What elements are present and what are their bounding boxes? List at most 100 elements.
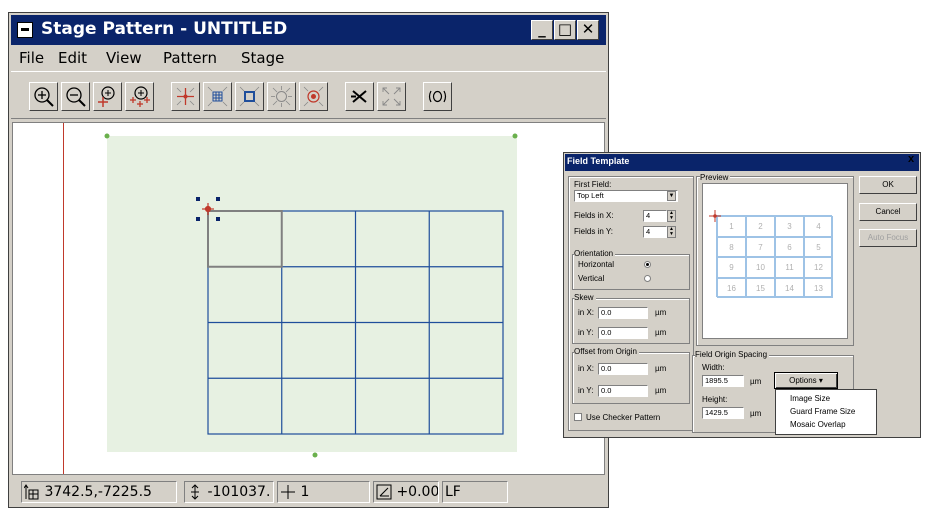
crosshair-icon: [281, 485, 295, 499]
expand-icon: [382, 87, 401, 106]
stage-corner-dot: [104, 133, 110, 139]
zoom-point-button[interactable]: [93, 82, 122, 111]
cut-icon: [351, 90, 367, 103]
preview-label: Preview: [700, 173, 731, 182]
preview-cell: 14: [775, 277, 804, 298]
grid-button[interactable]: [203, 82, 232, 111]
stage-ring-icon: [428, 90, 447, 103]
crosshair-icon: [176, 87, 195, 106]
vertical-radio[interactable]: [644, 275, 651, 282]
rotation-icon: [376, 484, 392, 500]
checker-pattern-label: Use Checker Pattern: [586, 413, 661, 422]
offset-x-input[interactable]: 0.0: [598, 363, 648, 375]
grid-icon: [207, 86, 228, 107]
window-title: Stage Pattern - UNTITLED: [41, 19, 288, 39]
stage-corner-dot: [312, 452, 318, 458]
menu-view[interactable]: View: [106, 49, 142, 67]
zoom-in-icon: [34, 87, 54, 107]
expand-button[interactable]: [377, 82, 406, 111]
menu-stage[interactable]: Stage: [241, 49, 284, 67]
stage-canvas[interactable]: [12, 122, 605, 475]
checker-pattern-checkbox[interactable]: [574, 413, 582, 421]
vertical-label: Vertical: [578, 274, 605, 283]
options-menu-item[interactable]: Guard Frame Size: [790, 407, 855, 416]
zoom-out-icon: [66, 87, 86, 107]
ok-button[interactable]: OK: [859, 176, 917, 194]
first-field-select[interactable]: Top Left: [574, 190, 678, 202]
preview-cell: 12: [804, 257, 833, 278]
offset-y-label: in Y:: [578, 386, 594, 395]
dialog-title: Field Template: [567, 156, 630, 166]
width-unit: µm: [750, 377, 762, 386]
offset-y-input[interactable]: 0.0: [598, 385, 648, 397]
dialog-close-button[interactable]: x: [908, 153, 914, 165]
options-menu-item[interactable]: Image Size: [790, 394, 830, 403]
fields-in-y-input[interactable]: 4: [643, 226, 667, 238]
width-input[interactable]: 1895.5: [702, 375, 744, 387]
width-label: Width:: [702, 363, 725, 372]
field-template-dialog: Field Template x First Field: Top Left ▼…: [563, 152, 921, 438]
spacing-label: Field Origin Spacing: [695, 350, 770, 359]
preview-cell: 7: [746, 236, 775, 257]
box-icon: [239, 86, 260, 107]
z-axis-icon: [191, 484, 199, 500]
preview-cell: 8: [717, 236, 746, 257]
status-mode: LF: [442, 481, 508, 503]
dialog-title-bar[interactable]: Field Template: [565, 154, 919, 171]
offset-label: Offset from Origin: [574, 347, 639, 356]
box-button[interactable]: [235, 82, 264, 111]
menu-edit[interactable]: Edit: [58, 49, 87, 67]
status-angle: +0.00°: [373, 481, 439, 503]
menu-file[interactable]: File: [19, 49, 44, 67]
stage-corner-dot: [512, 133, 518, 139]
skew-y-unit: µm: [655, 328, 667, 337]
orientation-label: Orientation: [574, 249, 616, 258]
fields-in-y-spinner[interactable]: ▲ ▼: [667, 226, 676, 238]
preview-cell: 9: [717, 257, 746, 278]
target-button[interactable]: [299, 82, 328, 111]
cancel-button[interactable]: Cancel: [859, 203, 917, 221]
target-icon: [303, 86, 324, 107]
auto-focus-button[interactable]: Auto Focus: [859, 229, 917, 247]
zoom-all-icon: [130, 86, 150, 107]
origin-button[interactable]: [171, 82, 200, 111]
preview-cell: 6: [775, 236, 804, 257]
preview-cell: 15: [746, 277, 775, 298]
minimize-button[interactable]: _: [531, 20, 553, 40]
dropdown-arrow-icon[interactable]: ▼: [667, 191, 676, 201]
title-bar[interactable]: Stage Pattern - UNTITLED _ □ ✕: [11, 15, 606, 45]
skew-x-input[interactable]: 0.0: [598, 307, 648, 319]
fields-in-x-spinner[interactable]: ▲ ▼: [667, 210, 676, 222]
skew-y-input[interactable]: 0.0: [598, 327, 648, 339]
preview-cell: 11: [775, 257, 804, 278]
height-unit: µm: [750, 409, 762, 418]
options-menu: Image Size Guard Frame Size Mosaic Overl…: [775, 389, 877, 435]
circle-pattern-icon: [271, 86, 292, 107]
preview-cell: 2: [746, 216, 775, 237]
close-button[interactable]: ✕: [577, 20, 599, 40]
height-input[interactable]: 1429.5: [702, 407, 744, 419]
zoom-out-button[interactable]: [61, 82, 90, 111]
zoom-all-button[interactable]: [125, 82, 154, 111]
status-bar: 3742.5,-7225.5 -101037. 1 +0.00° LF: [11, 478, 606, 506]
offset-x-label: in X:: [578, 364, 595, 373]
maximize-button[interactable]: □: [554, 20, 576, 40]
menu-pattern[interactable]: Pattern: [163, 49, 217, 67]
offset-y-unit: µm: [655, 386, 667, 395]
position-icon: [24, 484, 39, 500]
skew-x-label: in X:: [578, 308, 595, 317]
horizontal-radio[interactable]: [644, 261, 651, 268]
fields-in-x-input[interactable]: 4: [643, 210, 667, 222]
system-menu-icon[interactable]: [17, 22, 33, 38]
menu-bar: File Edit View Pattern Stage: [11, 46, 606, 70]
circle-pattern-button[interactable]: [267, 82, 296, 111]
zoom-in-button[interactable]: [29, 82, 58, 111]
options-button[interactable]: Options ▾: [774, 372, 838, 389]
cut-button[interactable]: [345, 82, 374, 111]
skew-y-label: in Y:: [578, 328, 594, 337]
first-field-label: First Field:: [574, 180, 612, 189]
preview-cell: 5: [804, 236, 833, 257]
stage-ring-button[interactable]: [423, 82, 452, 111]
options-menu-item[interactable]: Mosaic Overlap: [790, 420, 846, 429]
origin-marker-icon[interactable]: [202, 203, 214, 215]
